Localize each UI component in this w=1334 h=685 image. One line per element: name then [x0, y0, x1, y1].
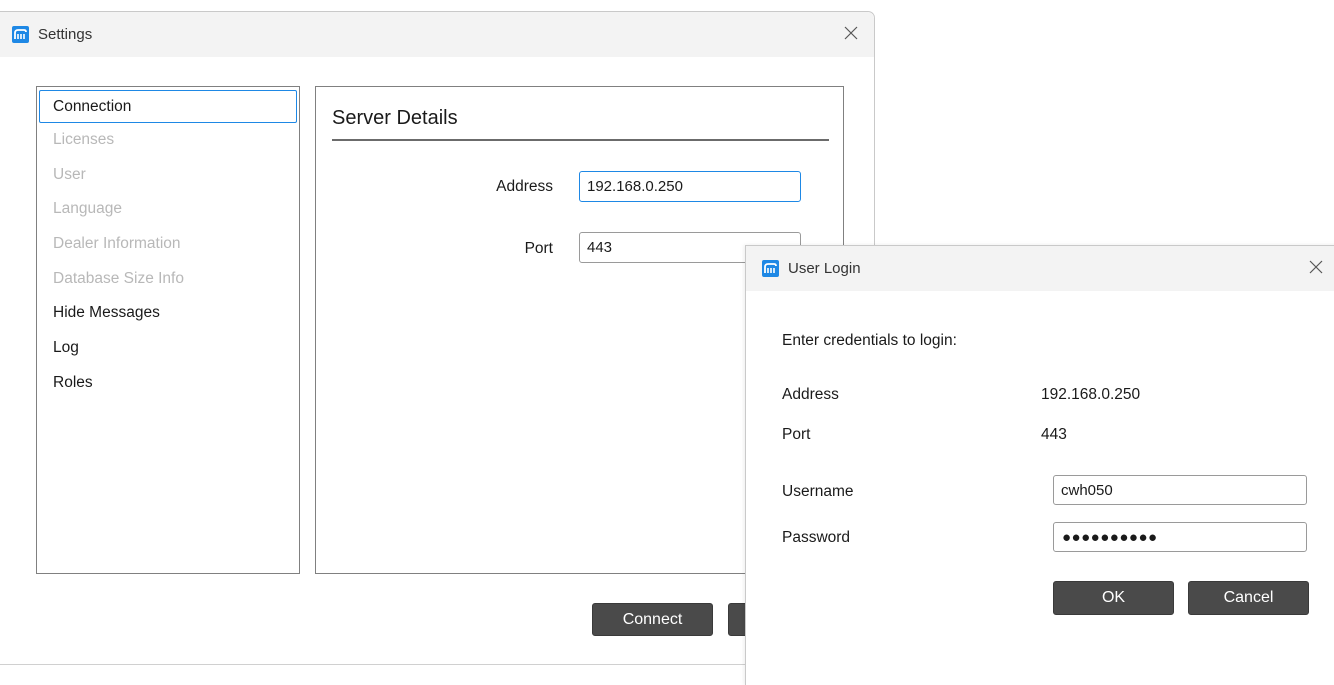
login-close-icon[interactable] — [1307, 258, 1325, 276]
connect-button[interactable]: Connect — [592, 603, 713, 636]
login-port-value: 443 — [1041, 426, 1067, 443]
login-address-value: 192.168.0.250 — [1041, 386, 1141, 403]
username-label: Username — [782, 483, 854, 500]
address-input[interactable] — [579, 171, 801, 202]
password-label: Password — [782, 529, 851, 546]
nav-item-licenses: Licenses — [53, 131, 115, 148]
app-logo-icon — [12, 26, 29, 43]
nav-item-connection[interactable]: Connection — [39, 90, 297, 123]
login-address-label: Address — [782, 386, 839, 403]
nav-item-hide-messages[interactable]: Hide Messages — [39, 296, 297, 331]
nav-item-log[interactable]: Log — [39, 331, 297, 366]
nav-item-language: Language — [53, 200, 122, 218]
address-label: Address — [496, 178, 553, 195]
login-port-label: Port — [782, 426, 811, 443]
cancel-button[interactable]: Cancel — [1188, 581, 1309, 615]
password-input[interactable]: ●●●●●●●●●● — [1053, 522, 1307, 552]
window-bottom-edge — [0, 664, 745, 665]
port-label: Port — [524, 240, 553, 257]
settings-window: Settings Connection Licenses User Langua… — [0, 11, 875, 666]
username-input[interactable] — [1053, 475, 1307, 505]
settings-close-icon[interactable] — [842, 24, 860, 42]
app-logo-icon — [762, 260, 779, 277]
settings-titlebar[interactable]: Settings — [0, 12, 874, 57]
section-title: Server Details — [332, 107, 458, 129]
settings-nav-list: Connection Licenses User Language Dealer… — [36, 86, 300, 574]
section-divider — [332, 139, 829, 141]
nav-item-roles[interactable]: Roles — [39, 366, 297, 401]
settings-title: Settings — [38, 26, 93, 43]
login-titlebar[interactable]: User Login — [746, 246, 1334, 291]
nav-item-user: User — [53, 165, 86, 183]
nav-item-database-size-info: Database Size Info — [53, 269, 184, 287]
login-title: User Login — [788, 260, 861, 277]
password-mask: ●●●●●●●●●● — [1062, 529, 1158, 546]
nav-item-dealer-information: Dealer Information — [53, 235, 181, 253]
ok-button[interactable]: OK — [1053, 581, 1174, 615]
user-login-dialog: User Login Enter credentials to login: A… — [745, 245, 1334, 685]
login-prompt: Enter credentials to login: — [782, 332, 957, 349]
